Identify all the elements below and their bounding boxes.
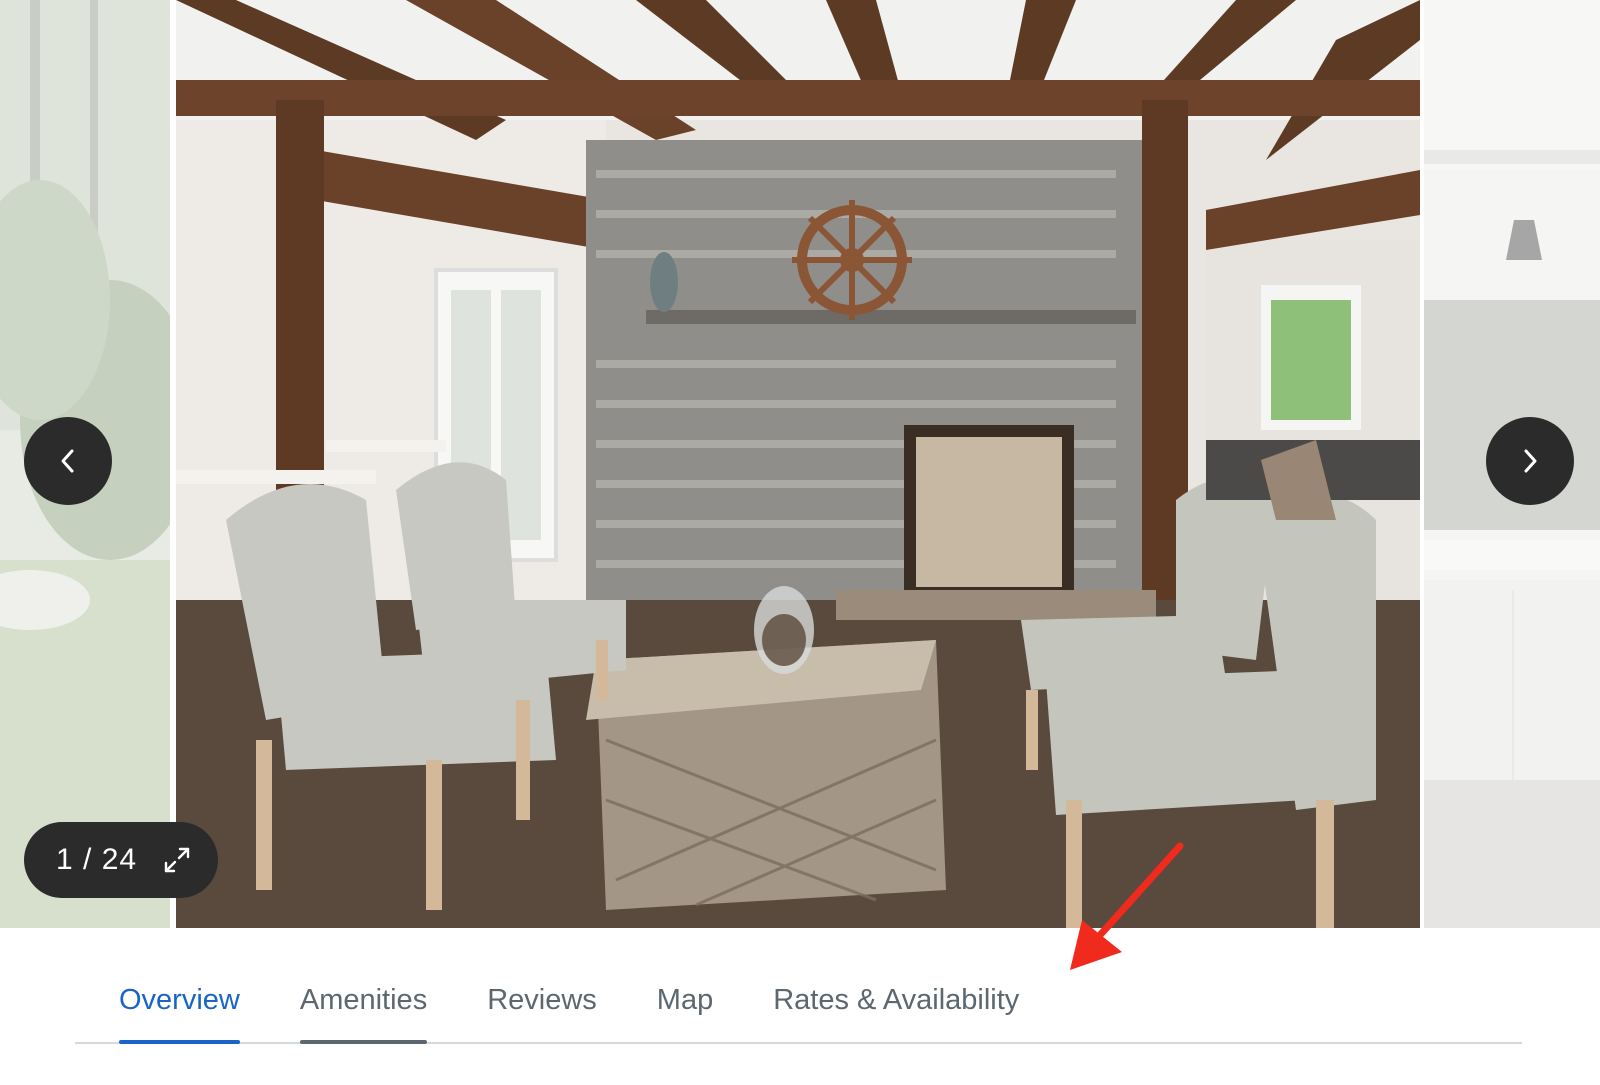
chevron-right-icon — [1524, 449, 1537, 473]
tab-rates-availability[interactable]: Rates & Availability — [773, 960, 1019, 1042]
previous-photo-button[interactable] — [24, 417, 112, 505]
photo-counter: 1 / 24 — [24, 822, 218, 898]
main-photo[interactable] — [176, 0, 1420, 928]
tab-amenities-label: Amenities — [299, 984, 428, 1016]
expand-button[interactable] — [160, 843, 194, 877]
section-tabs: Overview Amenities Reviews Map Rates & A… — [75, 960, 1522, 1044]
photo-counter-text: 1 / 24 — [56, 843, 138, 876]
tab-overview-underline — [119, 1040, 240, 1044]
chevron-left-icon — [61, 449, 74, 473]
tab-amenities-underline — [299, 1040, 428, 1044]
tab-overview[interactable]: Overview — [119, 960, 240, 1044]
photo-gallery: 1 / 24 — [0, 0, 1600, 928]
tab-map-label: Map — [656, 984, 714, 1016]
tab-map[interactable]: Map — [657, 960, 713, 1042]
tab-overview-label: Overview — [119, 984, 240, 1016]
tab-amenities[interactable]: Amenities — [299, 960, 428, 1044]
tab-reviews-label: Reviews — [487, 984, 597, 1016]
tab-reviews[interactable]: Reviews — [487, 960, 597, 1042]
tab-rates-availability-label: Rates & Availability — [773, 984, 1020, 1016]
expand-icon — [164, 847, 190, 873]
next-photo-button[interactable] — [1486, 417, 1574, 505]
